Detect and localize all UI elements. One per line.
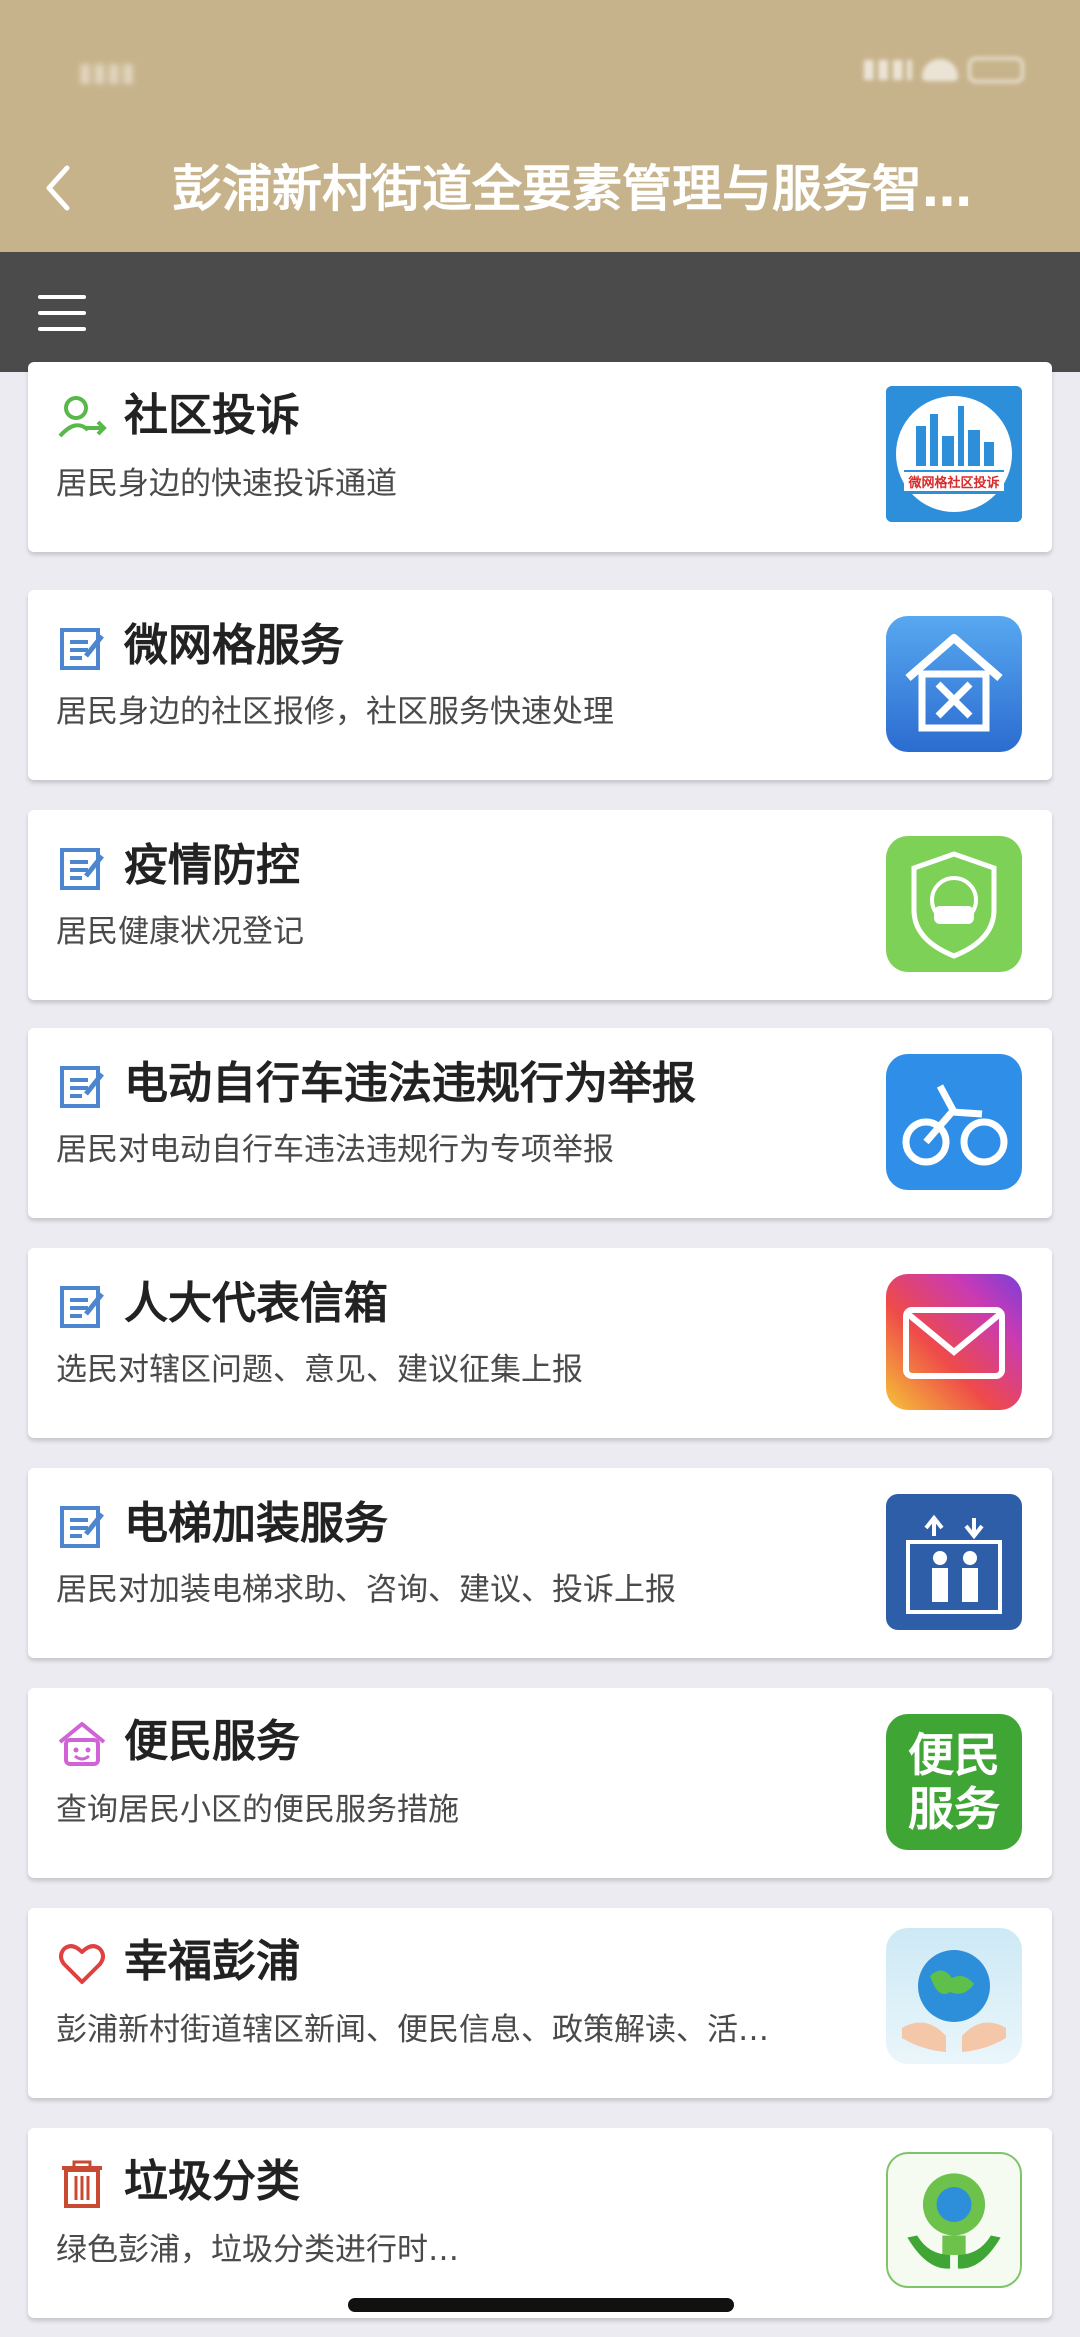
earth-hands-thumb: [886, 1928, 1022, 2064]
convenience-thumb: 便民 服务: [886, 1714, 1022, 1850]
card-desc: 居民对电动自行车违法违规行为专项举报: [56, 1132, 614, 1168]
back-button[interactable]: [38, 160, 78, 216]
service-card-happy-pengpu[interactable]: 幸福彭浦 彭浦新村街道辖区新闻、便民信息、政策解读、活…: [28, 1908, 1052, 2098]
card-desc: 选民对辖区问题、意见、建议征集上报: [56, 1352, 583, 1388]
status-time: ▮▮▮▮: [78, 58, 136, 88]
edit-note-icon: [56, 1280, 108, 1332]
edit-note-icon: [56, 622, 108, 674]
city-complaint-thumb: 微网格社区投诉: [886, 386, 1022, 522]
menu-button[interactable]: [38, 295, 86, 331]
heart-icon: [56, 1938, 108, 1990]
person-arrow-icon: [56, 392, 108, 444]
service-card-ebike-report[interactable]: 电动自行车违法违规行为举报 居民对电动自行车违法违规行为专项举报: [28, 1028, 1052, 1218]
menu-icon-line: [38, 327, 86, 331]
service-card-mailbox[interactable]: 人大代表信箱 选民对辖区问题、意见、建议征集上报: [28, 1248, 1052, 1438]
menu-icon-line: [38, 295, 86, 299]
card-desc: 绿色彭浦，垃圾分类进行时…: [56, 2232, 459, 2268]
card-desc: 居民健康状况登记: [56, 914, 304, 950]
service-card-epidemic[interactable]: 疫情防控 居民健康状况登记: [28, 810, 1052, 1000]
house-tools-thumb: [886, 616, 1022, 752]
signal-icon: [864, 60, 912, 80]
card-title: 电动自行车违法违规行为举报: [124, 1058, 696, 1109]
edit-note-icon: [56, 1500, 108, 1552]
status-icons: [824, 52, 1024, 88]
thumb-label-1: 便民: [908, 1728, 1000, 1782]
bicycle-thumb: [886, 1054, 1022, 1190]
elevator-thumb: [886, 1494, 1022, 1630]
card-title: 人大代表信箱: [124, 1278, 388, 1329]
battery-icon: [968, 57, 1024, 83]
smile-house-icon: [56, 1718, 108, 1770]
service-card-convenience[interactable]: 便民服务 查询居民小区的便民服务措施 便民 服务: [28, 1688, 1052, 1878]
chevron-left-icon: [46, 165, 70, 211]
wifi-icon: [922, 59, 958, 81]
card-title: 微网格服务: [124, 620, 344, 671]
card-title: 幸福彭浦: [124, 1936, 300, 1987]
card-title: 社区投诉: [124, 390, 300, 441]
trash-icon: [56, 2158, 108, 2210]
green-bulb-thumb: [886, 2152, 1022, 2288]
thumb-label-2: 服务: [908, 1782, 1000, 1836]
card-title: 垃圾分类: [124, 2156, 300, 2207]
card-desc: 居民对加装电梯求助、咨询、建议、投诉上报: [56, 1572, 676, 1608]
card-desc: 居民身边的社区报修，社区服务快速处理: [56, 694, 614, 730]
card-desc: 查询居民小区的便民服务措施: [56, 1792, 459, 1828]
card-title: 疫情防控: [124, 840, 300, 891]
service-card-complaint[interactable]: 社区投诉 居民身边的快速投诉通道 微网格社区投诉: [28, 362, 1052, 552]
card-desc: 彭浦新村街道辖区新闻、便民信息、政策解读、活…: [56, 2012, 769, 2048]
card-title: 便民服务: [124, 1716, 300, 1767]
thumb-label: 微网格社区投诉: [904, 472, 1004, 491]
service-card-micro-grid[interactable]: 微网格服务 居民身边的社区报修，社区服务快速处理: [28, 590, 1052, 780]
mail-thumb: [886, 1274, 1022, 1410]
mask-shield-thumb: [886, 836, 1022, 972]
app-header: ▮▮▮▮ 彭浦新村街道全要素管理与服务智…: [0, 0, 1080, 252]
menu-icon-line: [38, 311, 86, 315]
service-card-garbage[interactable]: 垃圾分类 绿色彭浦，垃圾分类进行时…: [28, 2128, 1052, 2318]
card-desc: 居民身边的快速投诉通道: [56, 466, 397, 502]
edit-note-icon: [56, 842, 108, 894]
home-indicator[interactable]: [348, 2298, 734, 2312]
page-title: 彭浦新村街道全要素管理与服务智…: [172, 160, 972, 218]
service-card-elevator[interactable]: 电梯加装服务 居民对加装电梯求助、咨询、建议、投诉上报: [28, 1468, 1052, 1658]
card-title: 电梯加装服务: [124, 1498, 388, 1549]
edit-note-icon: [56, 1060, 108, 1112]
toolbar: [0, 252, 1080, 372]
